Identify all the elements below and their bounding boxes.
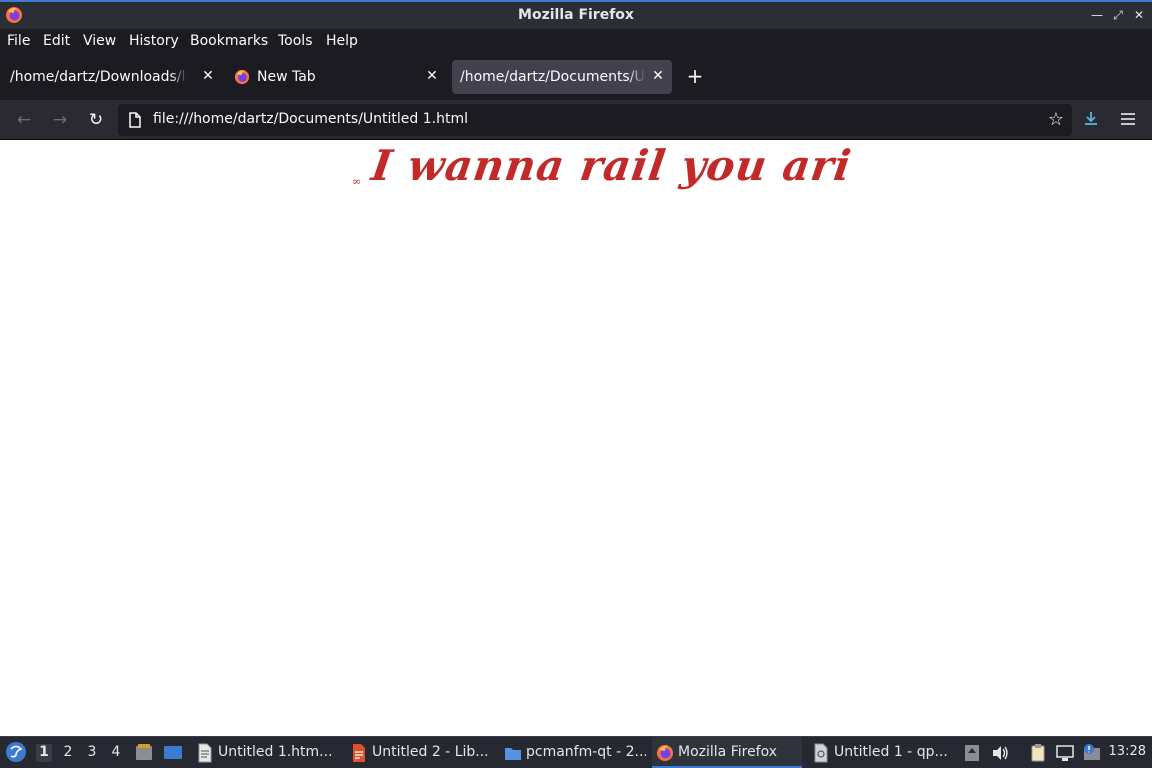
task-pcmanfm[interactable]: pcmanfm-qt - 2... (504, 737, 646, 768)
bookmark-star-icon[interactable]: ☆ (1048, 109, 1064, 130)
clipboard-icon[interactable] (1028, 743, 1048, 763)
task-label: pcmanfm-qt - 2... (526, 744, 646, 760)
reload-button[interactable]: ↻ (84, 108, 108, 132)
tab-label: New Tab (257, 69, 316, 85)
file-manager-icon[interactable] (134, 743, 154, 763)
tab-fade (628, 60, 646, 94)
desktop-3[interactable]: 3 (84, 744, 100, 762)
desktop-4[interactable]: 4 (108, 744, 124, 762)
folder-icon (505, 748, 521, 760)
menu-file[interactable]: File (7, 33, 30, 49)
window-titlebar[interactable]: Mozilla Firefox — ⤢ ✕ (0, 0, 1152, 29)
new-tab-button[interactable]: + (684, 66, 706, 88)
menu-help[interactable]: Help (326, 33, 358, 49)
task-libreoffice[interactable]: Untitled 2 - Lib... (350, 737, 492, 768)
task-label: Untitled 1 - qp... (834, 744, 948, 760)
tab-untitled-active[interactable]: /home/dartz/Documents/Untit ✕ (452, 60, 672, 94)
start-menu-icon[interactable] (5, 741, 27, 763)
task-firefox[interactable]: Mozilla Firefox (652, 737, 802, 768)
firefox-icon (657, 745, 673, 761)
url-bar[interactable]: file:///home/dartz/Documents/Untitled 1.… (118, 104, 1072, 136)
back-button[interactable]: ← (12, 108, 36, 132)
menu-view[interactable]: View (83, 33, 116, 49)
taskbar: 1 2 3 4 Untitled 1.htm... Untitled 2 - L… (0, 736, 1152, 768)
close-tab-icon[interactable]: ✕ (650, 68, 666, 84)
network-icon[interactable] (1055, 743, 1075, 763)
close-tab-icon[interactable]: ✕ (424, 68, 440, 84)
menu-bookmarks[interactable]: Bookmarks (190, 33, 268, 49)
tab-downloads[interactable]: /home/dartz/Downloads/lu9c ✕ (2, 60, 220, 94)
minimize-button[interactable]: — (1089, 7, 1105, 23)
page-content: ∞ I wanna rail you ari (0, 141, 1152, 736)
tab-fade (170, 60, 188, 94)
libreoffice-icon (353, 744, 365, 762)
document-viewer-icon (814, 743, 828, 763)
hamburger-menu-icon[interactable] (1120, 112, 1136, 126)
close-tab-icon[interactable]: ✕ (200, 68, 216, 84)
desktop-2[interactable]: 2 (60, 744, 76, 762)
heading-prefix: ∞ (352, 175, 362, 188)
download-icon[interactable] (1082, 110, 1100, 128)
task-label: Untitled 1.htm... (218, 744, 333, 760)
volume-icon[interactable] (990, 743, 1010, 763)
firefox-icon (234, 69, 250, 85)
update-notifier-icon[interactable] (962, 743, 982, 763)
menu-edit[interactable]: Edit (43, 33, 70, 49)
text-document-icon (198, 743, 212, 763)
menu-bar: File Edit View History Bookmarks Tools H… (0, 29, 1152, 54)
page-icon (129, 112, 141, 128)
menu-tools[interactable]: Tools (278, 33, 313, 49)
forward-button[interactable]: → (48, 108, 72, 132)
show-desktop-icon[interactable] (163, 743, 183, 763)
clock[interactable]: 13:28 (1109, 744, 1146, 759)
close-window-button[interactable]: ✕ (1131, 7, 1147, 23)
page-heading: I wanna rail you ari (368, 141, 855, 190)
desktop-1[interactable]: 1 (36, 744, 52, 762)
url-text: file:///home/dartz/Documents/Untitled 1.… (153, 111, 468, 127)
task-label: Mozilla Firefox (678, 744, 778, 760)
task-untitled-html[interactable]: Untitled 1.htm... (196, 737, 338, 768)
tab-label: /home/dartz/Downloads/lu9c (10, 69, 188, 85)
tab-strip: /home/dartz/Downloads/lu9c ✕ New Tab ✕ /… (0, 54, 1152, 100)
menu-history[interactable]: History (129, 33, 179, 49)
task-label: Untitled 2 - Lib... (372, 744, 489, 760)
window-title: Mozilla Firefox (518, 7, 634, 23)
task-qpdfview[interactable]: Untitled 1 - qp... (812, 737, 954, 768)
navigation-toolbar: ← → ↻ file:///home/dartz/Documents/Untit… (0, 100, 1152, 140)
restore-button[interactable]: ⤢ (1110, 7, 1126, 23)
notification-icon[interactable] (1082, 743, 1102, 763)
tab-label: /home/dartz/Documents/Untit (460, 69, 646, 85)
tab-new-tab[interactable]: New Tab ✕ (226, 60, 446, 94)
